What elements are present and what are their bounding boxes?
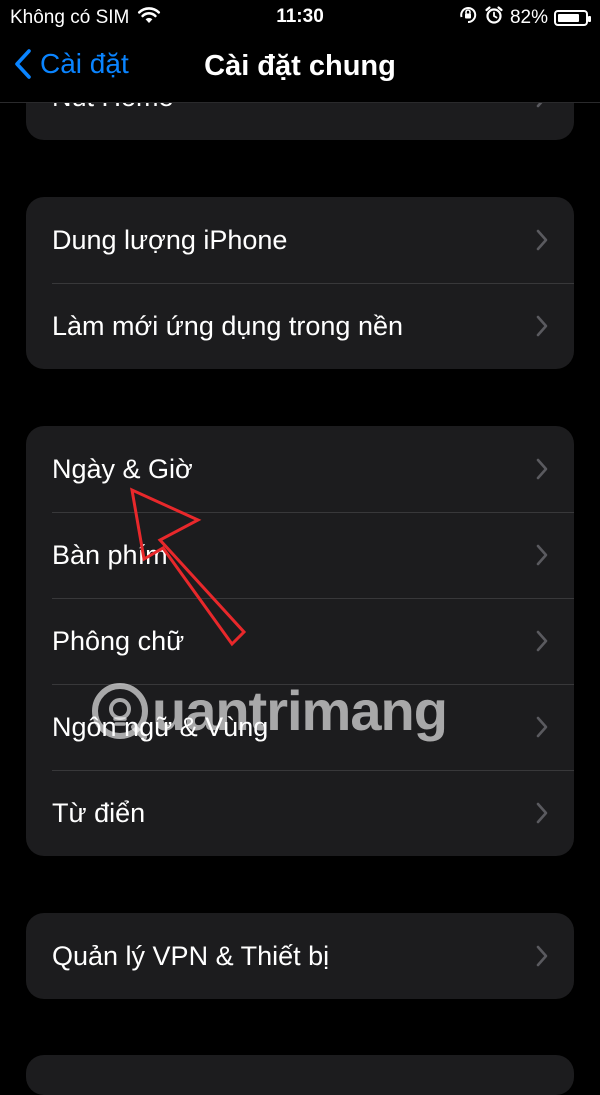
bulb-logo-icon — [92, 682, 148, 740]
watermark-text: uantrimang — [152, 679, 448, 742]
annotation-arrow — [130, 487, 247, 647]
watermark-logo: uantrimang — [90, 678, 448, 743]
